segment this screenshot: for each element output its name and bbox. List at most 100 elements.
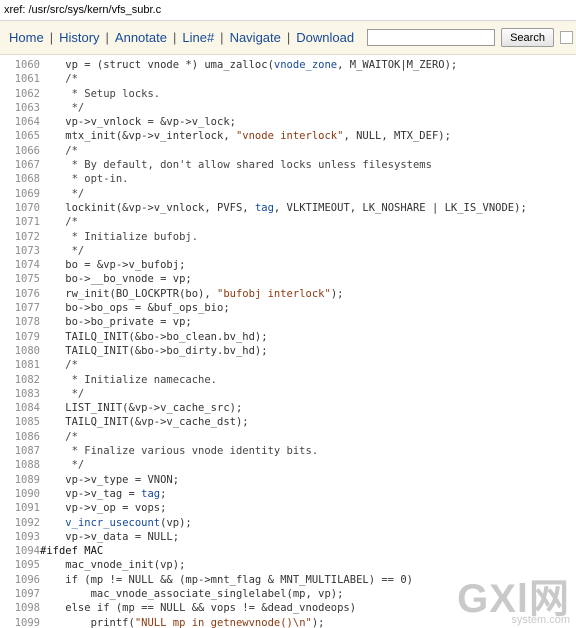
line-source: rw_init(BO_LOCKPTR(bo), "bufobj interloc… (40, 287, 344, 300)
line-source: vp->v_data = NULL; (40, 530, 180, 543)
line-number[interactable]: 1080 (0, 344, 40, 358)
line-number[interactable]: 1086 (0, 430, 40, 444)
line-source: TAILQ_INIT(&vp->v_cache_dst); (40, 416, 249, 429)
line-source: /* (40, 73, 78, 86)
nav-separator: | (172, 30, 177, 45)
line-number[interactable]: 1077 (0, 301, 40, 315)
code-line: 1080 TAILQ_INIT(&bo->bo_dirty.bv_hd); (0, 344, 527, 358)
line-number[interactable]: 1099 (0, 616, 40, 628)
line-source: vp->v_op = vops; (40, 502, 167, 515)
line-source: v_incr_usecount(vp); (65, 516, 192, 529)
line-number[interactable]: 1076 (0, 287, 40, 301)
line-number[interactable]: 1065 (0, 129, 40, 143)
line-source: /* (40, 430, 78, 443)
line-source: if (mp != NULL && (mp->mnt_flag & MNT_MU… (40, 573, 413, 586)
line-number[interactable]: 1064 (0, 115, 40, 129)
line-source: */ (40, 459, 85, 472)
code-line: 1088 */ (0, 458, 527, 472)
line-number[interactable]: 1084 (0, 401, 40, 415)
code-line: 1076 rw_init(BO_LOCKPTR(bo), "bufobj int… (0, 287, 527, 301)
source-code-view: 1060 vp = (struct vnode *) uma_zalloc(vn… (0, 55, 576, 628)
line-number[interactable]: 1094 (0, 544, 40, 558)
line-source: mac_vnode_init(vp); (40, 559, 186, 572)
line-number[interactable]: 1062 (0, 87, 40, 101)
line-number[interactable]: 1088 (0, 458, 40, 472)
line-number[interactable]: 1097 (0, 587, 40, 601)
xref-path-label: xref: /usr/src/sys/kern/vfs_subr.c (4, 4, 162, 16)
line-number[interactable]: 1071 (0, 215, 40, 229)
line-number[interactable]: 1068 (0, 172, 40, 186)
line-source: mtx_init(&vp->v_interlock, "vnode interl… (40, 130, 451, 143)
line-source: printf("NULL mp in getnewvnode()\n"); (40, 616, 325, 628)
line-number[interactable]: 1067 (0, 158, 40, 172)
line-number[interactable]: 1070 (0, 201, 40, 215)
code-line: 1067 * By default, don't allow shared lo… (0, 158, 527, 172)
line-number[interactable]: 1089 (0, 473, 40, 487)
line-source: mac_vnode_associate_singlelabel(mp, vp); (40, 587, 344, 600)
code-line: 1085 TAILQ_INIT(&vp->v_cache_dst); (0, 415, 527, 429)
nav-separator: | (220, 30, 224, 45)
line-number[interactable]: 1066 (0, 144, 40, 158)
line-number[interactable]: 1063 (0, 101, 40, 115)
line-source: lockinit(&vp->v_vnlock, PVFS, tag, VLKTI… (40, 201, 527, 214)
line-number[interactable]: 1090 (0, 487, 40, 501)
line-number[interactable]: 1073 (0, 244, 40, 258)
nav-item-navigate[interactable]: Navigate (229, 30, 282, 45)
code-line: 1063 */ (0, 101, 527, 115)
line-number[interactable]: 1091 (0, 501, 40, 515)
line-source: /* (40, 216, 78, 229)
line-number[interactable]: 1096 (0, 573, 40, 587)
search-options-checkbox[interactable] (559, 31, 573, 44)
nav-item-download[interactable]: Download (295, 30, 355, 45)
search-input[interactable] (367, 29, 496, 46)
line-number[interactable]: 1061 (0, 72, 40, 86)
code-line: 1079 TAILQ_INIT(&bo->bo_clean.bv_hd); (0, 330, 527, 344)
line-source: TAILQ_INIT(&bo->bo_dirty.bv_hd); (40, 344, 268, 357)
line-number[interactable]: 1085 (0, 415, 40, 429)
line-number[interactable]: 1093 (0, 530, 40, 544)
code-line: 1099 printf("NULL mp in getnewvnode()\n"… (0, 616, 527, 628)
line-number[interactable]: 1095 (0, 558, 40, 572)
navigation-bar: Home | History | Annotate | Line# | Navi… (0, 21, 576, 55)
code-line: 1073 */ (0, 244, 527, 258)
code-line: 1069 */ (0, 187, 527, 201)
nav-item-line-number[interactable]: Line# (181, 30, 215, 45)
code-line: 1097 mac_vnode_associate_singlelabel(mp,… (0, 587, 527, 601)
code-line: 1070 lockinit(&vp->v_vnlock, PVFS, tag, … (0, 201, 527, 215)
code-line: 1062 * Setup locks. (0, 87, 527, 101)
line-source: vp->v_tag = tag; (40, 487, 167, 500)
nav-item-home[interactable]: Home (8, 30, 45, 45)
line-number[interactable]: 1074 (0, 258, 40, 272)
line-source: * Finalize various vnode identity bits. (40, 445, 319, 458)
code-line: 1081 /* (0, 358, 527, 372)
code-line: 1086 /* (0, 430, 527, 444)
line-number[interactable]: 1079 (0, 330, 40, 344)
search-area: Search (367, 28, 573, 47)
line-number[interactable]: 1081 (0, 358, 40, 372)
line-source: */ (40, 187, 85, 200)
line-number[interactable]: 1060 (0, 58, 40, 72)
line-number[interactable]: 1075 (0, 272, 40, 286)
line-source: TAILQ_INIT(&bo->bo_clean.bv_hd); (40, 330, 268, 343)
line-number[interactable]: 1078 (0, 315, 40, 329)
nav-separator: | (286, 30, 291, 45)
code-line: 1075 bo->__bo_vnode = vp; (0, 272, 527, 286)
line-number[interactable]: 1072 (0, 230, 40, 244)
line-number[interactable]: 1092 (0, 516, 40, 530)
line-source: LIST_INIT(&vp->v_cache_src); (40, 402, 243, 415)
search-button[interactable]: Search (501, 28, 554, 47)
code-table: 1060 vp = (struct vnode *) uma_zalloc(vn… (0, 58, 527, 628)
code-line: 1089 vp->v_type = VNON; (0, 473, 527, 487)
line-number[interactable]: 1069 (0, 187, 40, 201)
line-source: * opt-in. (40, 173, 129, 186)
code-line: 1084 LIST_INIT(&vp->v_cache_src); (0, 401, 527, 415)
line-source: * Initialize namecache. (40, 373, 218, 386)
line-number[interactable]: 1087 (0, 444, 40, 458)
line-number[interactable]: 1082 (0, 373, 40, 387)
nav-item-history[interactable]: History (58, 30, 100, 45)
code-line: 1094 #ifdef MAC (0, 544, 527, 558)
line-number[interactable]: 1083 (0, 387, 40, 401)
line-number[interactable]: 1098 (0, 601, 40, 615)
nav-item-annotate[interactable]: Annotate (114, 30, 168, 45)
line-source: vp->v_type = VNON; (40, 473, 180, 486)
